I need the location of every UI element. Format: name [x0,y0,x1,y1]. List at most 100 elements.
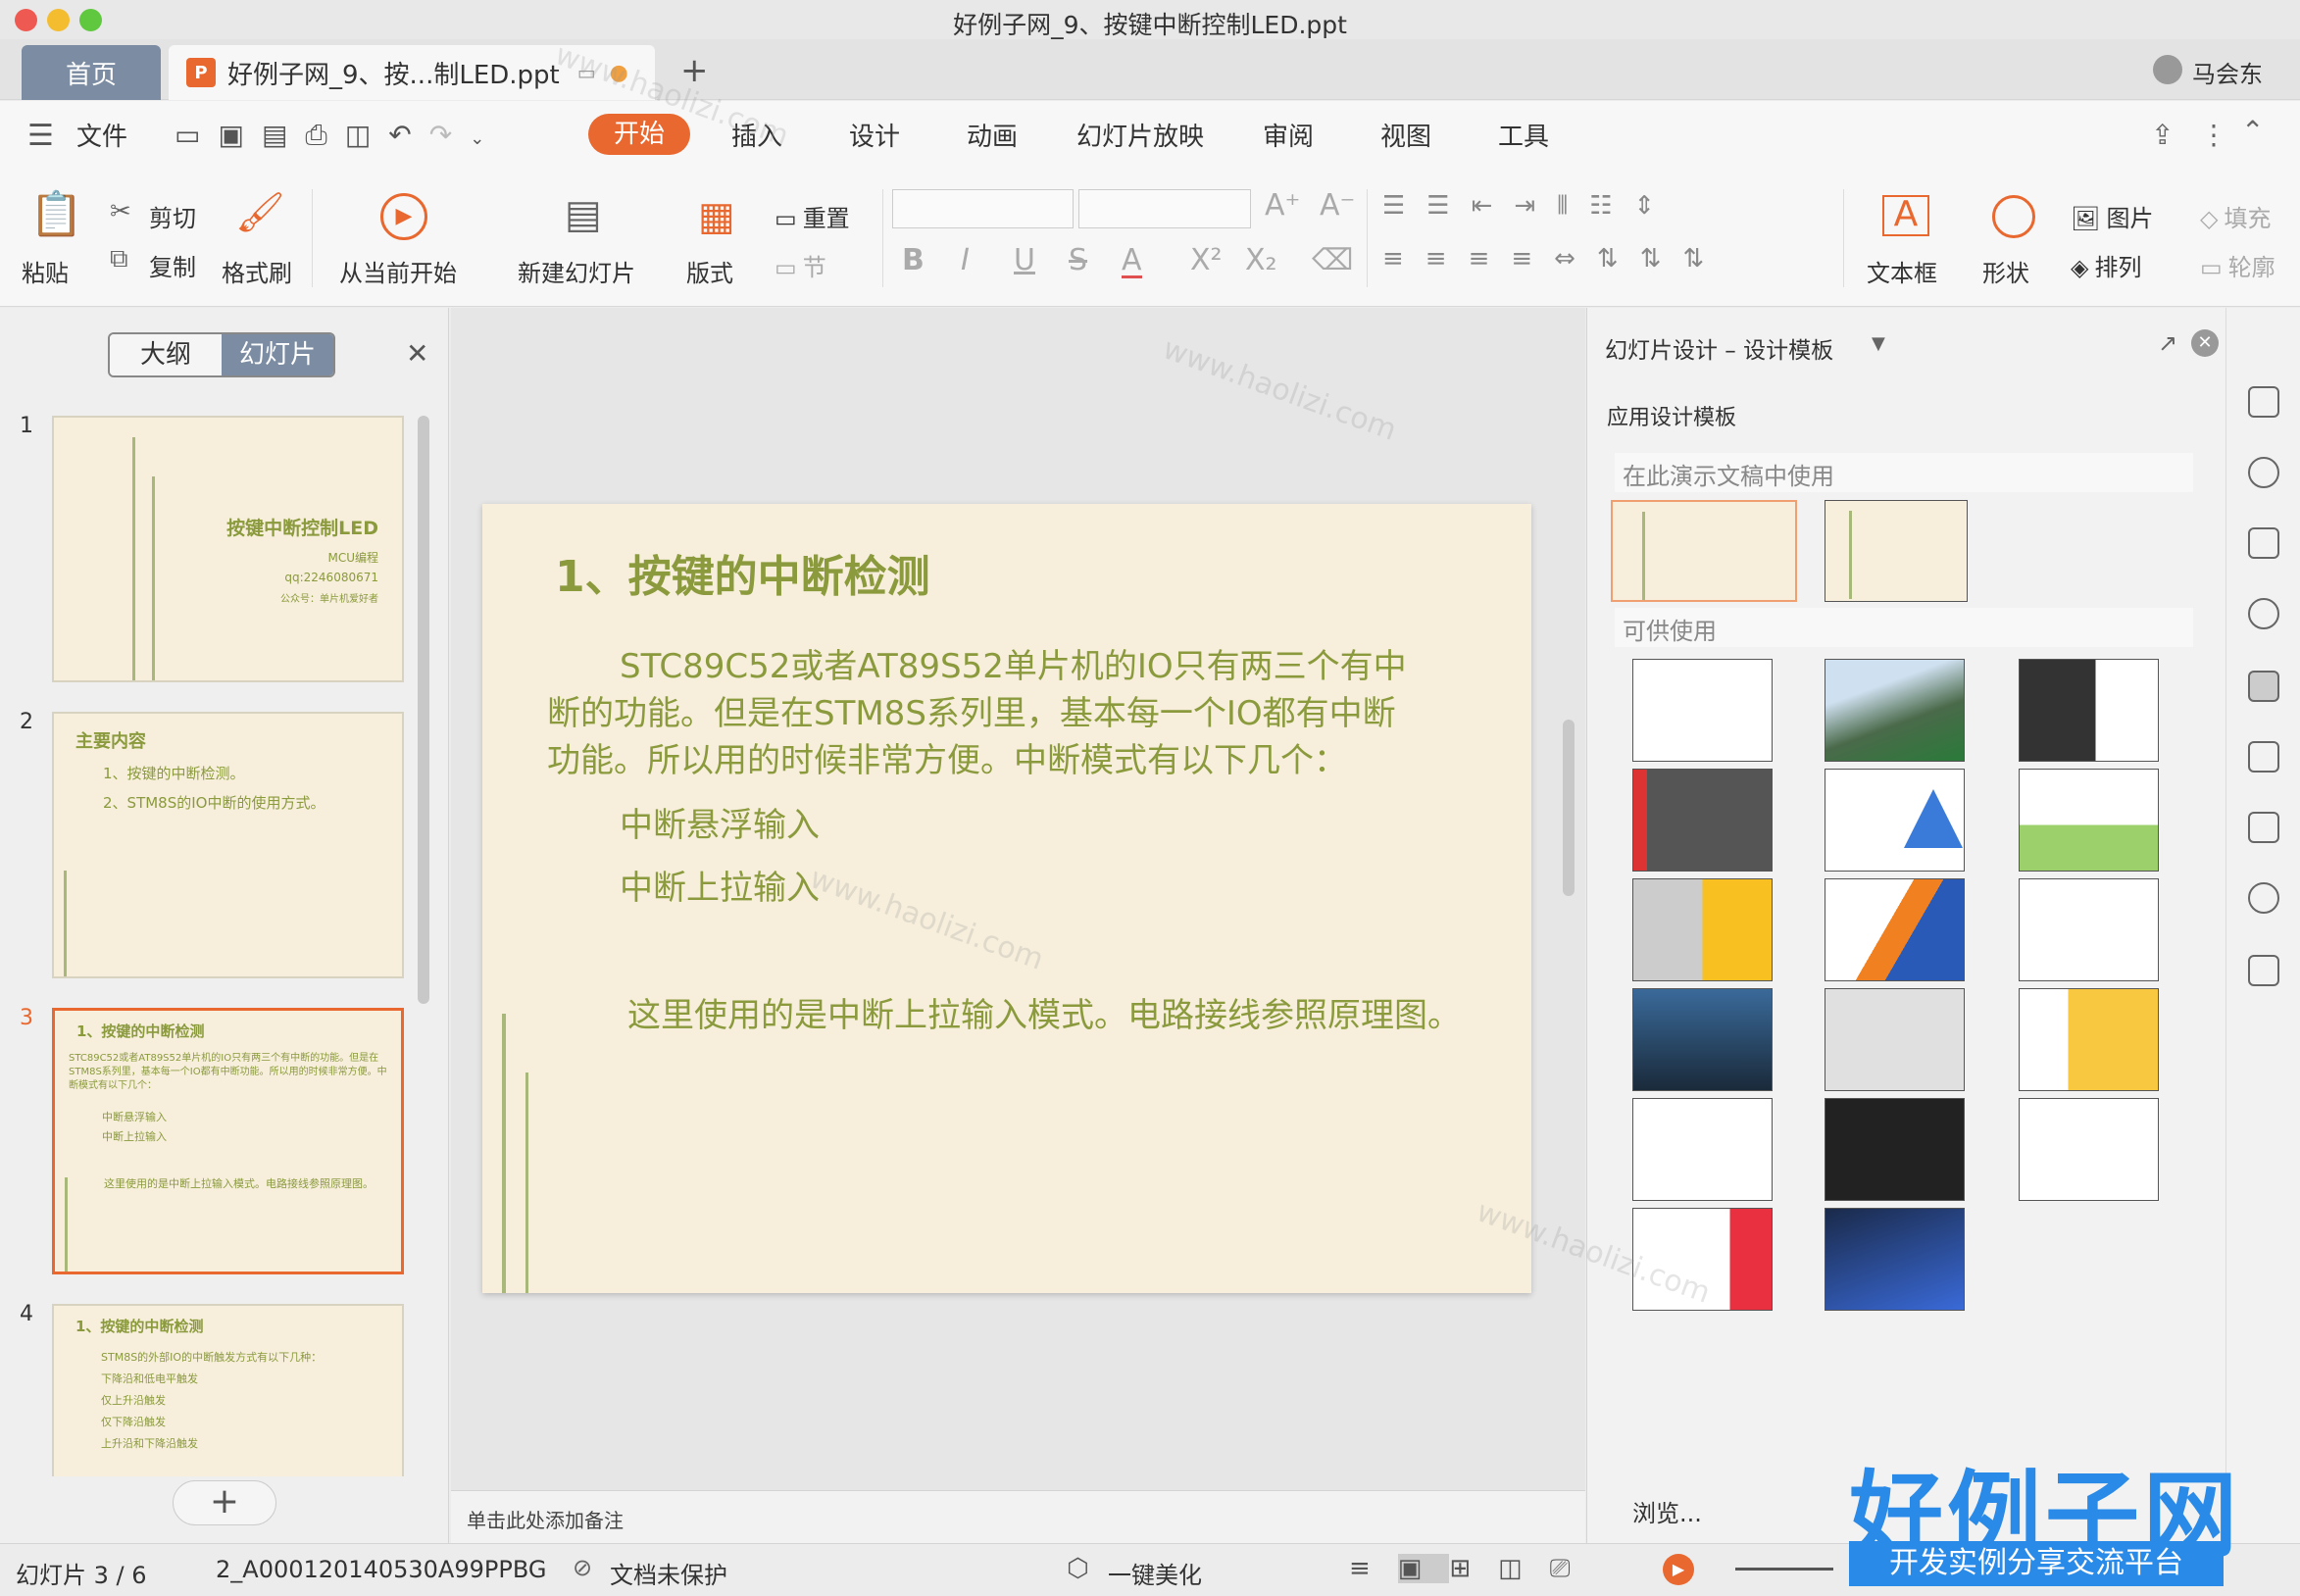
avatar[interactable] [2153,55,2182,84]
bold-icon[interactable]: B [902,246,925,275]
print-icon[interactable]: ⎙ [305,119,344,151]
undo-icon[interactable]: ↶ [388,119,428,151]
template-item[interactable] [1632,988,1773,1091]
alignment-tools[interactable]: ≡≡≡≡⇔⇅⇅⇅ [1382,246,1725,272]
format-painter-icon[interactable]: 🖌 [235,193,285,232]
template-item[interactable] [1632,659,1773,762]
text-format-icon[interactable] [2248,527,2279,559]
shape-button[interactable]: 形状 [1982,254,2029,288]
menu-tab-view[interactable]: 视图 [1380,117,1431,153]
outline-button[interactable]: ▭ 轮廓 [2200,248,2275,282]
preview-icon[interactable]: ◫ [345,119,388,151]
pdf-icon[interactable]: ▤ [262,119,305,151]
template-item[interactable] [1825,1208,1965,1311]
template-in-use-2[interactable] [1825,500,1968,602]
add-slide-button[interactable]: + [173,1480,276,1525]
template-item[interactable] [1632,878,1773,981]
tab-slides[interactable]: 幻灯片 [222,334,333,375]
decrease-font-icon[interactable]: A⁻ [1320,191,1355,221]
browse-link[interactable]: 浏览... [1632,1494,1702,1528]
slide-note-text[interactable]: 这里使用的是中断上拉输入模式。电路接线参照原理图。 [627,988,1461,1036]
new-slide-button[interactable]: 新建幻灯片 [518,254,635,288]
clear-format-icon[interactable]: ⌫ [1312,246,1353,275]
view-mode-buttons[interactable]: ≡▣⊞◫⎚ [1349,1554,1598,1584]
close-panel-icon[interactable]: ✕ [2191,329,2219,357]
history-icon[interactable] [2248,882,2279,914]
template-item[interactable] [1632,1098,1773,1201]
current-slide[interactable]: 1、按键的中断检测 STC89C52或者AT89S52单片机的IO只有两三个有中… [482,504,1531,1293]
copy-icon[interactable]: ⧉ [110,246,128,272]
layout-button[interactable]: 版式 [686,254,733,288]
scissors-icon[interactable]: ✂ [110,199,131,224]
menu-tab-animation[interactable]: 动画 [967,117,1018,153]
canvas-scrollbar[interactable] [1563,720,1575,896]
pop-out-icon[interactable]: ↗ [2158,329,2177,357]
user-name[interactable]: 马会东 [2192,55,2263,89]
arrange-button[interactable]: ◈ 排列 [2071,248,2141,282]
open-icon[interactable]: ▭ [175,119,218,151]
template-item[interactable] [1825,1098,1965,1201]
settings-sliders-icon[interactable] [2248,812,2279,843]
animation-icon[interactable] [2248,598,2279,629]
slide-thumbnail-2[interactable]: 主要内容 1、按键的中断检测。 2、STM8S的IO中断的使用方式。 [52,712,404,978]
menu-tab-design[interactable]: 设计 [849,117,900,153]
menu-tab-tools[interactable]: 工具 [1498,117,1549,153]
thumbnail-scrollbar[interactable] [418,416,429,1004]
cut-button[interactable]: 剪切 [149,199,196,233]
font-size-select[interactable] [1078,189,1251,228]
font-family-select[interactable] [892,189,1074,228]
new-tab-button[interactable]: + [680,51,709,90]
template-item[interactable] [1825,659,1965,762]
close-panel-icon[interactable]: ✕ [406,337,428,370]
paragraph-tools[interactable]: ☰☰⇤⇥⫴☷⇕ [1382,193,1676,219]
paste-icon[interactable]: 📋 [29,193,83,236]
notes-area[interactable]: 单击此处添加备注 [451,1490,1585,1543]
reset-button[interactable]: ▭ 重置 [775,199,850,233]
more-options-icon[interactable]: ⋮ [2200,119,2227,151]
layout-icon[interactable]: ▦ [698,197,735,236]
format-painter-button[interactable]: 格式刷 [222,254,292,288]
menu-tab-insert[interactable]: 插入 [731,117,782,153]
strikethrough-icon[interactable]: S [1069,246,1087,275]
panel-dropdown-icon[interactable]: ▼ [1872,333,1885,354]
menu-tab-slideshow[interactable]: 幻灯片放映 [1076,117,1204,153]
fill-button[interactable]: ◇ 填充 [2200,199,2271,233]
template-item[interactable] [2019,1098,2159,1201]
menu-tab-home[interactable]: 开始 [588,114,690,155]
template-item[interactable] [2019,769,2159,872]
underline-icon[interactable]: U [1014,246,1035,275]
menu-file[interactable]: 文件 [76,117,127,153]
new-slide-icon[interactable]: ▤ [565,195,602,234]
template-in-use-1[interactable] [1611,500,1797,602]
template-item[interactable] [2019,988,2159,1091]
section-button[interactable]: ▭ 节 [775,248,826,282]
notes-view-icon[interactable]: ≡ [1349,1554,1398,1583]
slide-item-pullup-input[interactable]: 中断上拉输入 [620,861,820,909]
subscript-icon[interactable]: X₂ [1245,246,1277,275]
picture-button[interactable]: 🖼 图片 [2071,199,2153,233]
slide-switch-icon[interactable] [2248,386,2279,418]
copy-button[interactable]: 复制 [149,248,196,282]
tab-outline[interactable]: 大纲 [110,334,222,375]
slide-thumbnail-3-selected[interactable]: 1、按键的中断检测 STC89C52或者AT89S52单片机的IO只有两三个有中… [52,1008,404,1274]
sorter-view-icon[interactable]: ⊞ [1449,1554,1498,1583]
favorite-icon[interactable] [2248,741,2279,773]
quick-access-toolbar[interactable]: ▭▣▤⎙◫↶↷⌄ [175,119,502,152]
template-item[interactable] [2019,659,2159,762]
image-icon[interactable] [2248,955,2279,986]
start-from-current-button[interactable]: 从当前开始 [339,254,457,288]
template-item[interactable] [1632,1208,1773,1311]
design-template-icon[interactable] [2248,671,2279,702]
protection-status[interactable]: 文档未保护 [610,1556,727,1590]
template-item[interactable] [1825,878,1965,981]
presenter-view-icon[interactable]: ⎚ [1550,1554,1598,1583]
increase-font-icon[interactable]: A⁺ [1265,191,1300,221]
superscript-icon[interactable]: X² [1190,246,1223,275]
template-item[interactable] [1825,988,1965,1091]
shape-format-icon[interactable] [2248,457,2279,488]
menu-tab-review[interactable]: 审阅 [1263,117,1314,153]
redo-icon[interactable]: ↷ [429,119,470,151]
textbox-button[interactable]: 文本框 [1867,254,1937,288]
save-icon[interactable]: ▣ [218,119,261,151]
slide-paragraph[interactable]: STC89C52或者AT89S52单片机的IO只有两三个有中 断的功能。但是在S… [547,643,1527,784]
